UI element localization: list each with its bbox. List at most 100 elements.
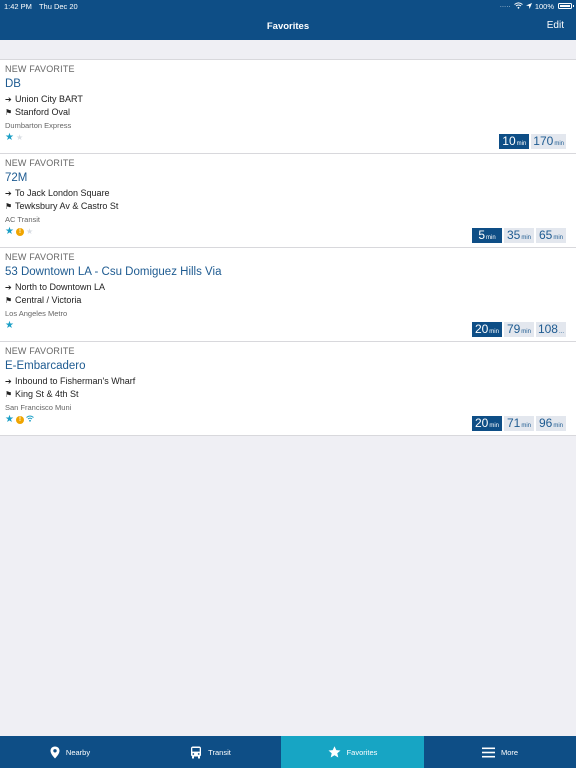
arrow-right-icon: ➔ xyxy=(5,377,12,386)
arrival-time: 71 min xyxy=(504,416,534,431)
favorite-card-72m[interactable]: NEW FAVORITE 72M ➔ To Jack London Square … xyxy=(0,154,576,248)
agency-name: Los Angeles Metro xyxy=(5,309,68,318)
direction-text: North to Downtown LA xyxy=(15,282,106,292)
realtime-signal-icon xyxy=(26,415,34,425)
tab-favorites[interactable]: Favorites xyxy=(281,736,424,768)
arrival-time: 20 min xyxy=(472,416,502,431)
arrival-unit: min xyxy=(521,329,531,335)
direction-line: ➔ North to Downtown LA xyxy=(5,281,571,294)
arrival-times: 20 min 79 min 108... xyxy=(471,322,566,337)
arrival-time: 35 min xyxy=(504,228,534,243)
menu-icon xyxy=(481,747,495,758)
favorite-card-db[interactable]: NEW FAVORITE DB ➔ Union City BART ⚑ Stanfo… xyxy=(0,60,576,154)
arrival-time: 5 min xyxy=(472,228,502,243)
direction-line: ➔ Union City BART xyxy=(5,93,571,106)
battery-icon xyxy=(558,3,574,9)
star-outline-icon: ★ xyxy=(25,227,34,236)
arrival-unit: min xyxy=(516,141,527,147)
status-bar: 1:42 PM Thu Dec 20 ..... 100% xyxy=(0,0,576,12)
favorite-kicker: NEW FAVORITE xyxy=(5,346,75,356)
stop-text: Tewksbury Av & Castro St xyxy=(15,201,119,211)
direction-line: ➔ Inbound to Fisherman's Wharf xyxy=(5,375,571,388)
favorite-card-53[interactable]: NEW FAVORITE 53 Downtown LA - Csu Domigu… xyxy=(0,248,576,342)
arrival-time: 170 min xyxy=(531,134,566,149)
stop-line: ⚑ Central / Victoria xyxy=(5,294,571,307)
stop-line: ⚑ Stanford Oval xyxy=(5,106,571,119)
arrival-value: 20 xyxy=(474,322,489,336)
arrival-time: 96 min xyxy=(536,416,566,431)
arrival-value: 79 xyxy=(506,322,521,336)
stop-line: ⚑ Tewksbury Av & Castro St xyxy=(5,200,571,213)
favorite-kicker: NEW FAVORITE xyxy=(5,252,75,262)
favorite-card-e-embarcadero[interactable]: NEW FAVORITE E-Embarcadero ➔ Inbound to F… xyxy=(0,342,576,436)
star-icon xyxy=(328,746,341,758)
wifi-icon xyxy=(513,1,523,11)
tab-more[interactable]: More xyxy=(424,736,576,768)
page-title: Favorites xyxy=(266,20,310,32)
star-icon[interactable]: ★ xyxy=(5,227,14,237)
tab-label: Transit xyxy=(208,747,231,757)
tab-nearby[interactable]: Nearby xyxy=(0,736,140,768)
tab-transit[interactable]: Transit xyxy=(140,736,281,768)
favorite-kicker: NEW FAVORITE xyxy=(5,64,75,74)
arrival-value: 108 xyxy=(537,322,558,336)
route-name: DB xyxy=(5,78,21,90)
flag-icon: ⚑ xyxy=(5,202,13,211)
route-name: E-Embarcadero xyxy=(5,360,86,372)
star-icon[interactable]: ★ xyxy=(5,415,14,425)
agency-name: Dumbarton Express xyxy=(5,121,72,130)
map-pin-icon xyxy=(50,746,60,759)
status-date: Thu Dec 20 xyxy=(38,1,78,11)
agency-name: San Francisco Muni xyxy=(5,403,72,412)
favorites-list: NEW FAVORITE DB ➔ Union City BART ⚑ Stanfo… xyxy=(0,59,576,436)
direction-text: Inbound to Fisherman's Wharf xyxy=(15,376,136,386)
arrival-times: 10 min 170 min xyxy=(499,134,566,149)
star-outline-icon: ★ xyxy=(15,133,24,142)
location-arrow-icon xyxy=(525,2,532,11)
arrow-right-icon: ➔ xyxy=(5,189,12,198)
arrival-time: 65 min xyxy=(536,228,566,243)
arrival-time: 108... xyxy=(535,322,566,337)
favorite-kicker: NEW FAVORITE xyxy=(5,158,75,168)
arrival-value: 5 xyxy=(478,228,485,242)
arrival-time: 10 min xyxy=(499,134,530,149)
alert-icon[interactable]: ! xyxy=(15,228,24,236)
arrival-value: 71 xyxy=(506,416,521,430)
arrival-value: 20 xyxy=(474,416,489,430)
direction-text: Union City BART xyxy=(15,94,83,104)
star-icon[interactable]: ★ xyxy=(5,321,14,331)
route-name: 53 Downtown LA - Csu Domiguez Hills Via xyxy=(5,266,222,278)
arrival-unit: min xyxy=(489,329,499,335)
route-name: 72M xyxy=(5,172,28,184)
star-icon[interactable]: ★ xyxy=(5,133,14,143)
arrival-times: 20 min 71 min 96 min xyxy=(472,416,566,431)
status-time: 1:42 PM xyxy=(4,1,32,11)
cellular-signal-icon: ..... xyxy=(499,3,511,9)
alert-icon[interactable]: ! xyxy=(15,416,24,424)
arrival-unit: min xyxy=(553,235,564,241)
stop-text: Central / Victoria xyxy=(15,295,82,305)
nav-bar: Favorites Edit xyxy=(0,12,576,40)
tab-label: Nearby xyxy=(65,747,91,757)
arrival-unit: min xyxy=(554,141,564,147)
tab-bar: Nearby Transit Favorites More xyxy=(0,736,576,768)
arrival-unit: min xyxy=(521,423,532,429)
arrival-unit: min xyxy=(553,423,564,429)
flag-icon: ⚑ xyxy=(5,108,13,117)
arrow-right-icon: ➔ xyxy=(5,283,12,292)
flag-icon: ⚑ xyxy=(5,296,13,305)
bus-icon xyxy=(190,746,202,759)
arrival-value: 96 xyxy=(538,416,553,430)
status-icons: ★ ★ xyxy=(5,133,571,143)
direction-line: ➔ To Jack London Square xyxy=(5,187,571,200)
agency-name: AC Transit xyxy=(5,215,41,224)
arrival-times: 5 min 35 min 65 min xyxy=(472,228,566,243)
arrow-right-icon: ➔ xyxy=(5,95,12,104)
arrival-value: 170 xyxy=(533,134,554,148)
arrival-time: 79 min xyxy=(503,322,534,337)
direction-text: To Jack London Square xyxy=(15,188,110,198)
arrival-unit: min xyxy=(521,235,532,241)
edit-button[interactable]: Edit xyxy=(547,20,564,31)
tab-label: Favorites xyxy=(346,747,378,757)
arrival-time: 20 min xyxy=(471,322,502,337)
